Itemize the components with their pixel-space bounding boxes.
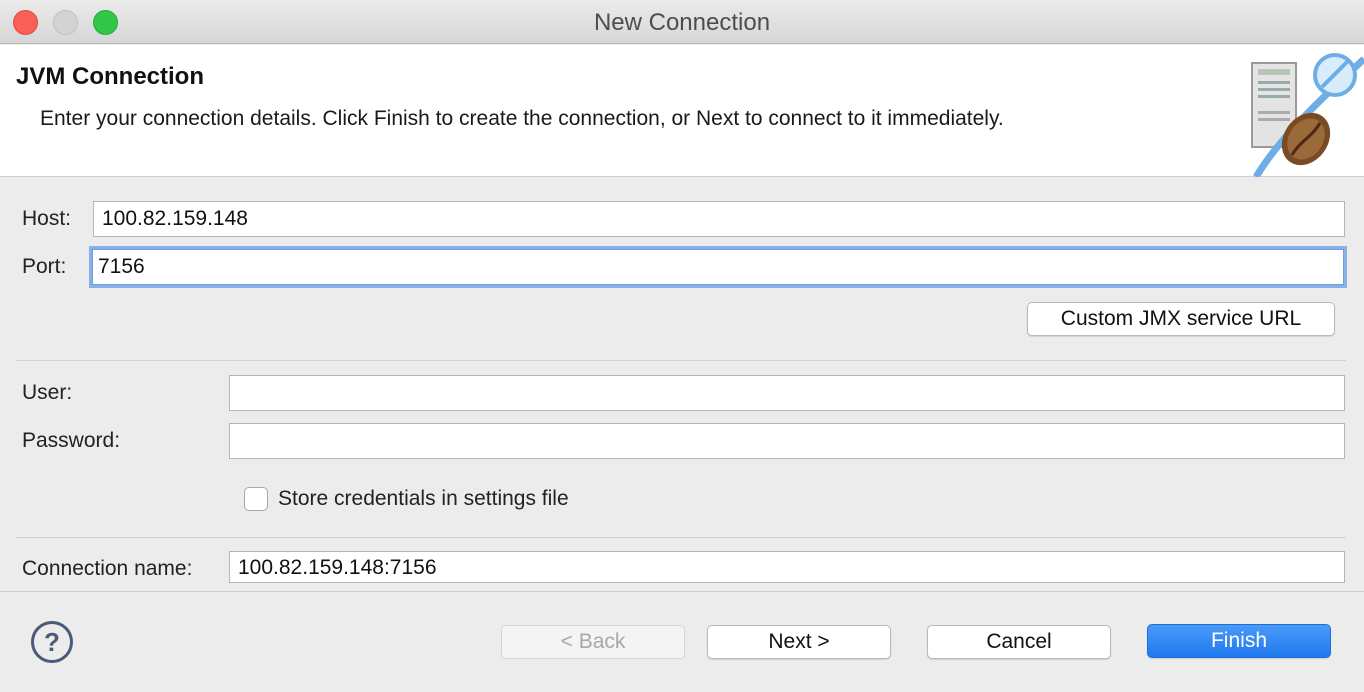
finish-button[interactable]: Finish	[1147, 624, 1331, 658]
host-label: Host:	[22, 207, 72, 230]
store-credentials-label[interactable]: Store credentials in settings file	[278, 487, 569, 511]
window-title: New Connection	[593, 9, 771, 36]
host-input[interactable]	[93, 201, 1345, 237]
user-input[interactable]	[229, 375, 1345, 411]
back-button[interactable]: < Back	[501, 625, 685, 659]
password-input[interactable]	[229, 423, 1345, 459]
section-divider	[16, 360, 1346, 361]
cancel-button[interactable]: Cancel	[927, 625, 1111, 659]
next-button[interactable]: Next >	[707, 625, 891, 659]
wizard-header: JVM Connection Enter your connection det…	[0, 45, 1364, 177]
title-bar: New Connection	[0, 0, 1364, 44]
port-input[interactable]	[89, 246, 1347, 288]
jvm-server-connection-icon	[1251, 53, 1364, 177]
custom-jmx-url-button[interactable]: Custom JMX service URL	[1027, 302, 1335, 336]
connection-name-input[interactable]	[229, 551, 1345, 583]
section-divider	[16, 537, 1346, 538]
question-mark-icon[interactable]: ?	[31, 621, 73, 663]
port-label: Port:	[22, 255, 67, 278]
page-description: Enter your connection details. Click Fin…	[40, 107, 1004, 130]
connection-name-label: Connection name:	[22, 557, 193, 580]
user-label: User:	[22, 381, 73, 404]
store-credentials-checkbox[interactable]	[244, 487, 268, 511]
footer-divider	[0, 591, 1364, 592]
page-title: JVM Connection	[16, 63, 205, 90]
password-label: Password:	[22, 429, 121, 452]
